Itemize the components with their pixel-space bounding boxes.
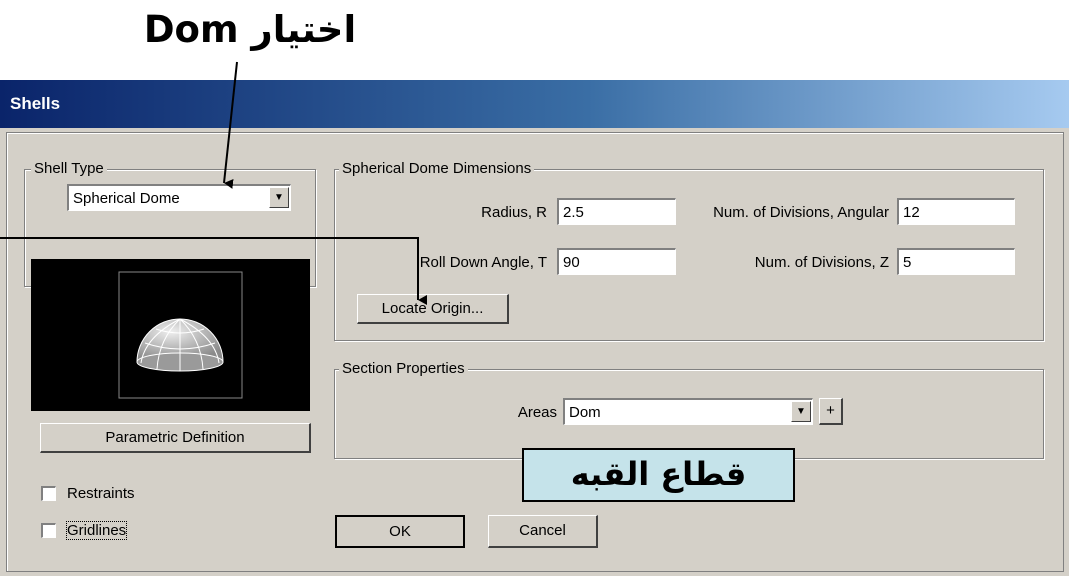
arrow-to-locate-origin [0, 237, 427, 305]
arrow-to-shell-type [223, 61, 238, 189]
annotation-arrows [0, 61, 427, 305]
